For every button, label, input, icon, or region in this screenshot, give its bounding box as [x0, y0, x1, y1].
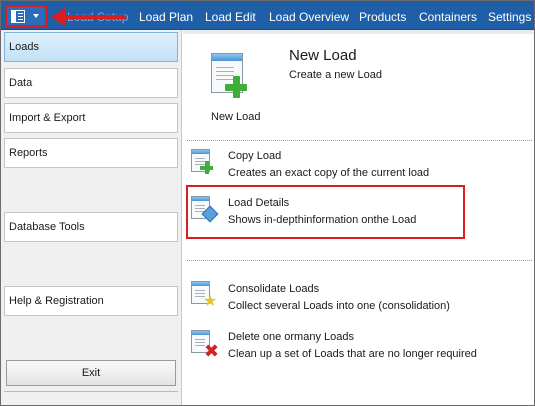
content-top-border [183, 30, 534, 34]
delete-loads-description: Clean up a set of Loads that are no long… [228, 348, 477, 360]
delete-loads-title: Delete one ormany Loads [228, 331, 354, 343]
sidebar-item-label: Reports [9, 147, 48, 159]
sidebar-item-reports[interactable]: Reports [4, 138, 178, 168]
sidebar-item-label: Loads [9, 41, 39, 53]
consolidate-loads-description: Collect several Loads into one (consolid… [228, 300, 450, 312]
sidebar-item-loads[interactable]: Loads [4, 32, 178, 62]
application-menu-button[interactable] [5, 5, 47, 27]
new-load-button-label: New Load [211, 111, 261, 123]
new-load-description: Create a new Load [289, 69, 382, 81]
star-icon: ★ [203, 293, 218, 310]
menu-load-edit[interactable]: Load Edit [205, 10, 256, 24]
plus-icon [225, 76, 247, 98]
menu-bar: Load Setup Load Plan Load Edit Load Over… [1, 1, 534, 30]
annotation-highlight-box [186, 185, 465, 239]
menu-containers[interactable]: Containers [419, 10, 477, 24]
section-separator [187, 260, 532, 261]
sidebar-item-label: Help & Registration [9, 295, 104, 307]
menu-products[interactable]: Products [359, 10, 406, 24]
sidebar-item-database-tools[interactable]: Database Tools [4, 212, 178, 242]
menu-load-overview[interactable]: Load Overview [269, 10, 349, 24]
sidebar-item-label: Import & Export [9, 112, 86, 124]
sidebar-item-label: Database Tools [9, 221, 85, 233]
sidebar-item-help-registration[interactable]: Help & Registration [4, 286, 178, 316]
content-panel: New Load New Load Create a new Load Copy… [183, 30, 534, 405]
sidebar-item-label: Data [9, 77, 33, 89]
copy-load-title: Copy Load [228, 150, 282, 162]
menu-settings[interactable]: Settings [488, 10, 531, 24]
section-separator [187, 140, 532, 141]
new-load-title: New Load [289, 47, 357, 64]
consolidate-loads-title: Consolidate Loads [228, 283, 320, 295]
sidebar-divider [4, 391, 178, 392]
copy-load-description: Creates an exact copy of the current loa… [228, 167, 430, 179]
delete-x-icon: ✖ [204, 341, 220, 361]
sidebar-item-data[interactable]: Data [4, 68, 178, 98]
sidebar: Loads Data Import & Export Reports Datab… [1, 30, 182, 405]
plus-icon [200, 161, 213, 174]
annotation-arrow-icon [51, 8, 65, 26]
chevron-down-icon [33, 14, 39, 18]
sidebar-item-import-export[interactable]: Import & Export [4, 103, 178, 133]
annotation-arrow-shaft [63, 15, 125, 19]
exit-button[interactable]: Exit [6, 360, 176, 386]
application-menu-icon [11, 10, 25, 23]
menu-load-plan[interactable]: Load Plan [139, 10, 193, 24]
